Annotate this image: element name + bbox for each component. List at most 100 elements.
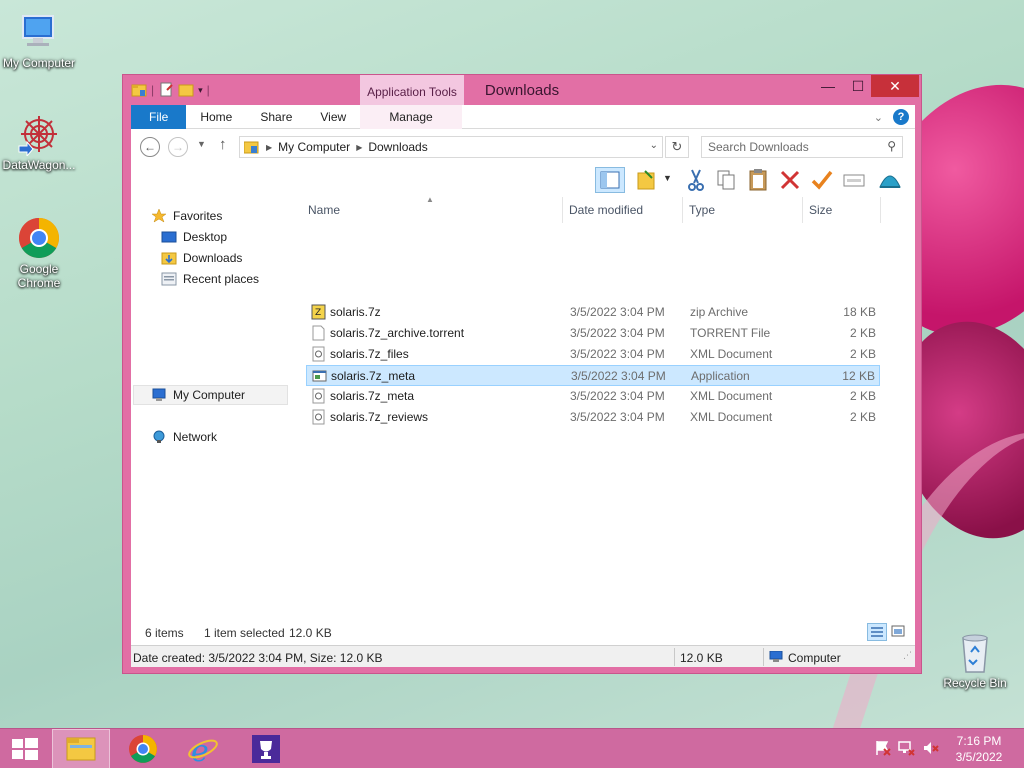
desktop-icon-my-computer[interactable]: My Computer xyxy=(0,10,78,70)
network-icon xyxy=(151,430,167,444)
refresh-button[interactable]: ↻ xyxy=(665,136,689,158)
nav-favorites[interactable]: Favorites xyxy=(151,206,222,226)
clock-date: 3/5/2022 xyxy=(955,750,1003,764)
minimize-button[interactable]: — xyxy=(813,75,843,97)
nav-recent-places[interactable]: Recent places xyxy=(161,269,259,289)
file-name: solaris.7z_archive.torrent xyxy=(330,326,465,340)
maximize-button[interactable]: ☐ xyxy=(843,75,873,97)
breadcrumb-downloads[interactable]: Downloads xyxy=(368,140,427,154)
desktop-icon-label: Recycle Bin xyxy=(943,676,1007,690)
datawagon-icon xyxy=(17,112,61,158)
back-button[interactable]: ← xyxy=(140,137,160,157)
file-explorer-icon xyxy=(66,737,96,761)
nav-network[interactable]: Network xyxy=(151,427,217,447)
open-folder-button[interactable] xyxy=(635,167,661,193)
file-size: 2 KB xyxy=(849,389,876,403)
file-date: 3/5/2022 3:04 PM xyxy=(570,326,665,340)
clock-time: 7:16 PM xyxy=(956,734,1002,748)
file-date: 3/5/2022 3:04 PM xyxy=(570,347,665,361)
help-icon[interactable]: ? xyxy=(893,109,909,125)
preview-pane-button[interactable] xyxy=(595,167,625,193)
address-field[interactable]: ▶ My Computer ▶ Downloads ⌄ xyxy=(239,136,663,158)
address-bar-row: ← → ▼ ↑ ▶ My Computer ▶ Downloads ⌄ ↻ ⚲ xyxy=(131,129,915,165)
nav-desktop[interactable]: Desktop xyxy=(161,227,227,247)
file-type: XML Document xyxy=(690,389,773,403)
status-selected-count: 1 item selected xyxy=(204,626,285,640)
window-title: Downloads xyxy=(484,82,560,99)
xml-file-icon xyxy=(311,388,326,404)
file-row[interactable]: solaris.7z_reviews 3/5/2022 3:04 PM XML … xyxy=(306,407,880,428)
column-header-name[interactable]: Name xyxy=(308,203,340,221)
internet-explorer-icon: e xyxy=(188,734,218,768)
column-header-size[interactable]: Size xyxy=(809,203,832,221)
taskbar-file-explorer[interactable] xyxy=(52,729,110,768)
nav-downloads[interactable]: Downloads xyxy=(161,248,242,268)
file-row[interactable]: solaris.7z_meta 3/5/2022 3:04 PM XML Doc… xyxy=(306,386,880,407)
up-button[interactable]: ↑ xyxy=(219,136,227,153)
details-view-button[interactable] xyxy=(867,623,887,641)
expand-ribbon-icon[interactable]: ⌄ xyxy=(874,111,883,124)
nav-label: Recent places xyxy=(183,272,260,286)
start-button[interactable] xyxy=(0,729,50,768)
recycle-bin-icon xyxy=(953,630,997,674)
nav-my-computer[interactable]: My Computer xyxy=(133,385,288,405)
file-size: 2 KB xyxy=(849,410,876,424)
tab-manage[interactable]: Manage xyxy=(360,105,462,129)
torrent-file-icon xyxy=(311,325,326,341)
desktop-icon-google-chrome[interactable]: Google Chrome xyxy=(0,216,78,290)
properties-button[interactable] xyxy=(841,167,867,193)
zip-icon: Z xyxy=(311,304,326,320)
tab-share[interactable]: Share xyxy=(246,105,306,129)
column-header-date[interactable]: Date modified xyxy=(569,203,643,221)
forward-button[interactable]: → xyxy=(168,137,188,157)
network-status-icon[interactable] xyxy=(898,739,916,757)
tab-home[interactable]: Home xyxy=(186,105,246,129)
system-clock[interactable]: 7:16 PM 3/5/2022 xyxy=(946,733,1012,765)
shell-icon[interactable] xyxy=(877,167,903,193)
file-row[interactable]: Z solaris.7z 3/5/2022 3:04 PM zip Archiv… xyxy=(306,302,880,323)
large-icons-view-button[interactable] xyxy=(889,623,909,641)
search-input[interactable] xyxy=(702,137,872,157)
tab-file[interactable]: File xyxy=(131,105,187,129)
status-item-count: 6 items xyxy=(145,626,184,640)
windows-logo-icon xyxy=(12,738,38,760)
cut-button[interactable] xyxy=(683,167,709,193)
close-button[interactable]: ✕ xyxy=(871,75,919,97)
file-row[interactable]: solaris.7z_archive.torrent 3/5/2022 3:04… xyxy=(306,323,880,344)
delete-button[interactable] xyxy=(777,167,803,193)
command-toolbar: ▼ xyxy=(131,165,915,195)
file-name: solaris.7z_meta xyxy=(330,389,415,403)
paste-button[interactable] xyxy=(745,167,771,193)
computer-icon xyxy=(17,10,61,54)
volume-muted-icon[interactable] xyxy=(922,739,940,757)
content-area: Favorites Desktop Downloads Recent place… xyxy=(131,195,915,619)
search-icon[interactable]: ⚲ xyxy=(887,139,896,153)
tab-view[interactable]: View xyxy=(306,105,360,129)
file-row[interactable]: solaris.7z_files 3/5/2022 3:04 PM XML Do… xyxy=(306,344,880,365)
recent-locations-icon[interactable]: ▼ xyxy=(197,139,206,149)
desktop-icon-datawagon[interactable]: DataWagon... xyxy=(0,112,78,172)
rename-button[interactable] xyxy=(809,167,835,193)
resize-grip-icon[interactable]: ⋰ xyxy=(903,650,912,661)
taskbar-internet-explorer[interactable]: e xyxy=(174,729,232,768)
file-date: 3/5/2022 3:04 PM xyxy=(570,305,665,319)
taskbar-trophy-app[interactable] xyxy=(238,729,296,768)
file-row-selected[interactable]: solaris.7z_meta 3/5/2022 3:04 PM Applica… xyxy=(306,365,880,386)
xml-file-icon xyxy=(311,346,326,362)
copy-button[interactable] xyxy=(713,167,739,193)
breadcrumb-my-computer[interactable]: My Computer xyxy=(278,140,350,154)
action-center-icon[interactable] xyxy=(874,739,892,757)
file-name: solaris.7z_reviews xyxy=(330,410,429,424)
file-name: solaris.7z xyxy=(330,305,381,319)
title-bar[interactable]: | ▾ | Application Tools Downloads — ☐ ✕ xyxy=(123,75,921,107)
address-dropdown-icon[interactable]: ⌄ xyxy=(650,140,658,151)
column-header-type[interactable]: Type xyxy=(689,203,715,221)
desktop-icon-recycle-bin[interactable]: Recycle Bin xyxy=(936,630,1014,690)
file-type: XML Document xyxy=(690,410,773,424)
details-bar: Date created: 3/5/2022 3:04 PM, Size: 12… xyxy=(131,645,915,667)
open-dropdown-icon[interactable]: ▼ xyxy=(663,173,672,183)
folder-icon xyxy=(244,141,259,154)
details-text: Date created: 3/5/2022 3:04 PM, Size: 12… xyxy=(133,651,383,665)
taskbar-chrome[interactable] xyxy=(114,729,172,768)
file-type: Application xyxy=(691,369,750,383)
